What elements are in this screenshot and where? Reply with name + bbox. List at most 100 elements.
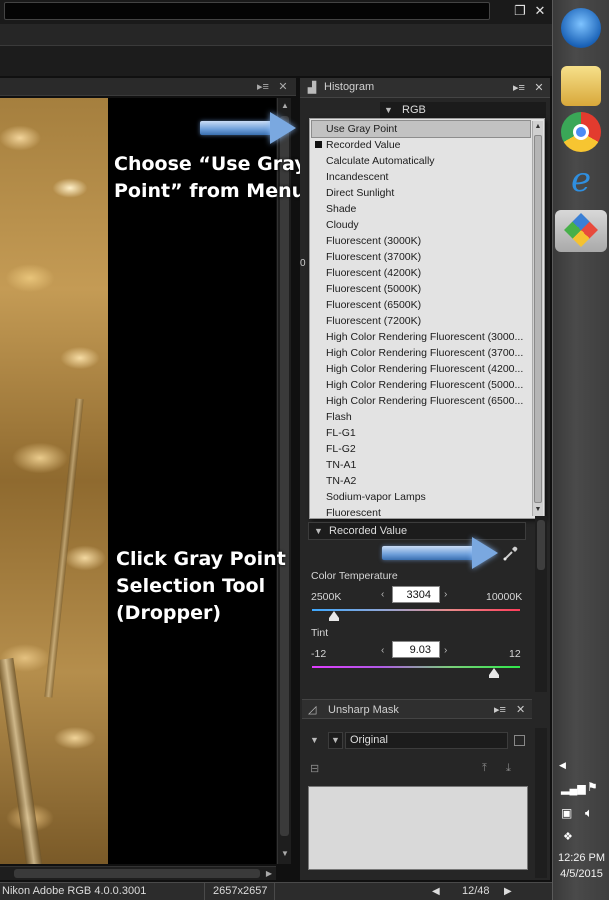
menu-item[interactable]: High Color Rendering Fluorescent (6500..… [312,393,530,409]
color-temperature-slider-thumb[interactable] [329,611,340,621]
close-window-button[interactable]: ✕ [532,3,548,19]
menu-item[interactable]: Shade [312,201,530,217]
show-hidden-icons-icon[interactable]: ◀ [559,760,566,771]
panel-scrollbar[interactable] [535,516,547,692]
viewer-header: ▸≡ ✕ [0,78,296,96]
menu-item[interactable]: High Color Rendering Fluorescent (3700..… [312,345,530,361]
menu-scroll-down-icon[interactable]: ▼ [533,504,543,516]
menu-item[interactable]: Sodium-vapor Lamps [312,489,530,505]
menu-item[interactable]: Fluorescent (6500K) [312,297,530,313]
previous-image-icon[interactable]: ◀ [432,883,440,900]
menu-item[interactable]: High Color Rendering Fluorescent (3000..… [312,329,530,345]
photo-preview[interactable] [0,98,108,864]
tint-slider-thumb[interactable] [489,668,500,678]
restore-button[interactable]: ❐ [512,3,528,19]
scroll-right-arrow-icon[interactable]: ▶ [262,868,276,880]
next-image-icon[interactable]: ▶ [504,883,512,900]
scroll-up-arrow-icon[interactable]: ▲ [278,100,292,112]
clock-date[interactable]: 4/5/2015 [553,868,609,880]
menu-item[interactable]: High Color Rendering Fluorescent (4200..… [312,361,530,377]
menu-item[interactable]: TN-A1 [312,457,530,473]
color-temperature-input[interactable]: 3304 [392,586,440,603]
volume-icon[interactable]: 🔈︎ [585,805,593,821]
chevron-down-icon: ▼ [384,105,393,115]
tint-input[interactable]: 9.03 [392,641,440,658]
menu-item[interactable]: Use Gray Point [311,120,531,138]
clock-time[interactable]: 12:26 PM [553,852,609,864]
menu-item-label: Use Gray Point [326,123,398,135]
unsharp-enable-checkbox[interactable] [514,735,525,746]
action-center-flag-icon[interactable]: ⚑ [587,780,598,794]
menu-item-label: Fluorescent (3700K) [326,251,422,263]
unsharp-menu-button[interactable]: ▸≡ [494,703,506,716]
scroll-thumb[interactable] [280,116,289,836]
menu-item[interactable]: Fluorescent (3700K) [312,249,530,265]
viewer-horizontal-scrollbar[interactable]: ▶ [0,866,276,880]
menu-scroll-thumb[interactable] [534,135,542,503]
menu-item-label: Direct Sunlight [326,187,395,199]
menu-item-label: Fluorescent (7200K) [326,315,422,327]
menu-scroll-up-icon[interactable]: ▲ [533,121,543,133]
menu-item[interactable]: Cloudy [312,217,530,233]
menu-item[interactable]: Fluorescent [312,505,530,521]
preset-chevron-icon[interactable]: ▼ [328,732,343,749]
histogram-panel-header: ▟ Histogram ▸≡ ✕ [300,78,550,98]
power-icon[interactable]: ▣ [561,806,572,820]
unsharp-scrollbar[interactable] [535,728,547,878]
gray-point-dropper-icon[interactable] [502,544,520,562]
temp-increase-icon[interactable]: › [444,589,447,600]
menu-item-label: Shade [326,203,357,215]
menu-item[interactable]: FL-G2 [312,441,530,457]
menu-item[interactable]: High Color Rendering Fluorescent (5000..… [312,377,530,393]
unsharp-close-button[interactable]: ✕ [516,703,525,716]
tree-trunk [0,657,43,864]
viewer-vertical-scrollbar[interactable]: ▲ ▼ [277,98,291,864]
temp-decrease-icon[interactable]: ‹ [381,589,384,600]
menu-item[interactable]: FL-G1 [312,425,530,441]
color-profile-label: Nikon Adobe RGB 4.0.0.3001 [2,885,147,897]
annotation-line: Selection Tool [116,575,266,597]
panel-menu-button[interactable]: ▸≡ [512,81,526,95]
unsharp-mask-header: ◿ Unsharp Mask ▸≡ ✕ [302,699,532,719]
menu-item[interactable]: Flash [312,409,530,425]
nikon-app-taskbar-icon[interactable] [555,210,607,252]
internet-explorer-icon[interactable]: e [561,160,601,200]
dropbox-icon[interactable]: ❖ [563,830,573,843]
title-field [4,2,490,20]
viewer-menu-button[interactable]: ▸≡ [256,80,270,94]
menu-item-label: High Color Rendering Fluorescent (6500..… [326,395,524,407]
menu-item-label: High Color Rendering Fluorescent (5000..… [326,379,524,391]
menu-item[interactable]: TN-A2 [312,473,530,489]
expand-triangle-icon[interactable]: ▼ [310,735,319,745]
menu-item-label: Fluorescent (3000K) [326,235,422,247]
menu-item-label: High Color Rendering Fluorescent (3000..… [326,331,524,343]
color-temperature-slider-track[interactable] [312,609,520,611]
menu-item[interactable]: Fluorescent (4200K) [312,265,530,281]
menu-item[interactable]: Direct Sunlight [312,185,530,201]
panel-scroll-thumb[interactable] [537,520,545,570]
network-icon[interactable]: ▂▄▆ [561,782,586,795]
tint-decrease-icon[interactable]: ‹ [381,645,384,656]
white-balance-dropdown-menu[interactable]: Use Gray Point Recorded Value Calculate Au… [309,118,545,519]
start-button-icon[interactable] [561,8,601,48]
menu-item[interactable]: Fluorescent (5000K) [312,281,530,297]
hscroll-thumb[interactable] [14,869,260,878]
unsharp-preset-select[interactable]: Original [345,732,508,749]
menu-item[interactable]: Incandescent [312,169,530,185]
menu-item-label: FL-G1 [326,427,356,439]
move-up-icon[interactable]: ⤒ [482,762,487,775]
scroll-down-arrow-icon[interactable]: ▼ [278,848,292,860]
file-explorer-icon[interactable] [561,66,601,106]
move-down-icon[interactable]: ⤓ [506,762,511,775]
delete-step-icon[interactable]: ⊟ [310,762,319,775]
menu-scrollbar[interactable]: ▲ ▼ [532,121,543,516]
chrome-icon[interactable] [561,112,601,152]
histogram-channel-select[interactable]: ▼ RGB [380,102,546,118]
menu-item[interactable]: Recorded Value [312,137,530,153]
menu-item[interactable]: Fluorescent (7200K) [312,313,530,329]
menu-item[interactable]: Calculate Automatically [312,153,530,169]
panel-close-button[interactable]: ✕ [532,81,546,95]
menu-item[interactable]: Fluorescent (3000K) [312,233,530,249]
tint-increase-icon[interactable]: › [444,645,447,656]
viewer-close-button[interactable]: ✕ [276,80,290,94]
